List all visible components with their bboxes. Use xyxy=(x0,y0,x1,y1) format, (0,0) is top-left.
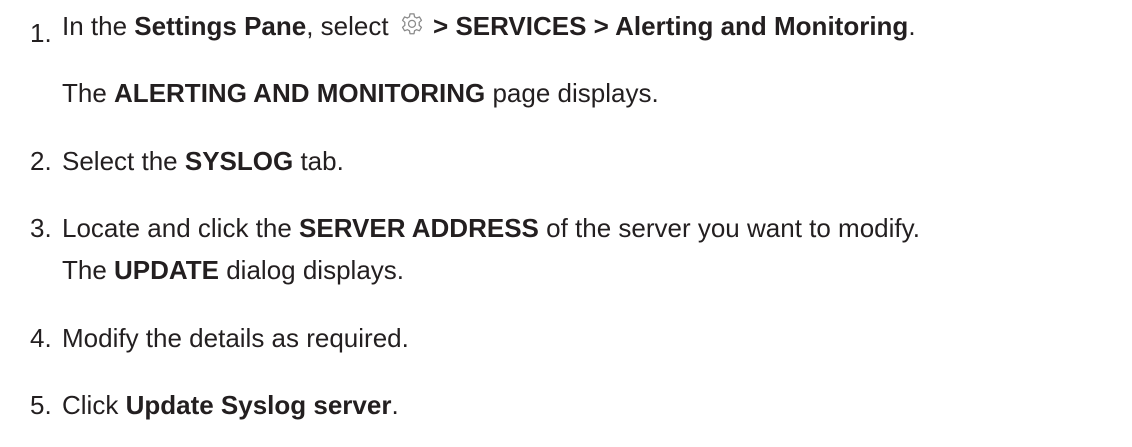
step-number: 4. xyxy=(30,323,52,353)
step-text: of the server you want to modify. xyxy=(538,213,920,243)
result-text: The xyxy=(62,78,115,108)
step-1: 1. In the Settings Pane, select > SERVICE… xyxy=(30,11,916,48)
step-1-result: The ALERTING AND MONITORING page display… xyxy=(62,78,659,108)
result-text: The xyxy=(62,255,115,285)
step-4: 4. Modify the details as required. xyxy=(30,323,409,353)
step-3: 3. Locate and click the SERVER ADDRESS of… xyxy=(30,213,920,243)
result-text: dialog displays. xyxy=(219,255,404,285)
step-text: , select xyxy=(306,11,396,41)
page-name: ALERTING AND MONITORING xyxy=(114,78,486,108)
step-text: . xyxy=(908,11,916,41)
step-5: 5. Click Update Syslog server. xyxy=(30,390,399,420)
step-text: Modify the details as required. xyxy=(62,323,409,353)
result-text: page displays. xyxy=(485,78,659,108)
step-number: 5. xyxy=(30,390,52,420)
step-number: 2. xyxy=(30,146,52,176)
dialog-name: UPDATE xyxy=(114,255,219,285)
step-3-result: The UPDATE dialog displays. xyxy=(62,255,404,285)
step-number: 1. xyxy=(30,18,52,48)
field-name: SERVER ADDRESS xyxy=(299,213,539,243)
step-number: 3. xyxy=(30,213,52,243)
step-text: Select the xyxy=(62,146,185,176)
navigation-path: > SERVICES > Alerting and Monitoring xyxy=(425,11,909,41)
step-text: tab. xyxy=(293,146,344,176)
step-text: In the xyxy=(62,11,135,41)
button-name: Update Syslog server xyxy=(125,390,392,420)
gear-icon xyxy=(401,13,422,35)
step-2: 2. Select the SYSLOG tab. xyxy=(30,146,344,176)
step-text: . xyxy=(391,390,399,420)
step-text: Locate and click the xyxy=(62,213,300,243)
tab-name: SYSLOG xyxy=(184,146,294,176)
step-text: Click xyxy=(62,390,126,420)
settings-pane-label: Settings Pane xyxy=(134,11,307,41)
